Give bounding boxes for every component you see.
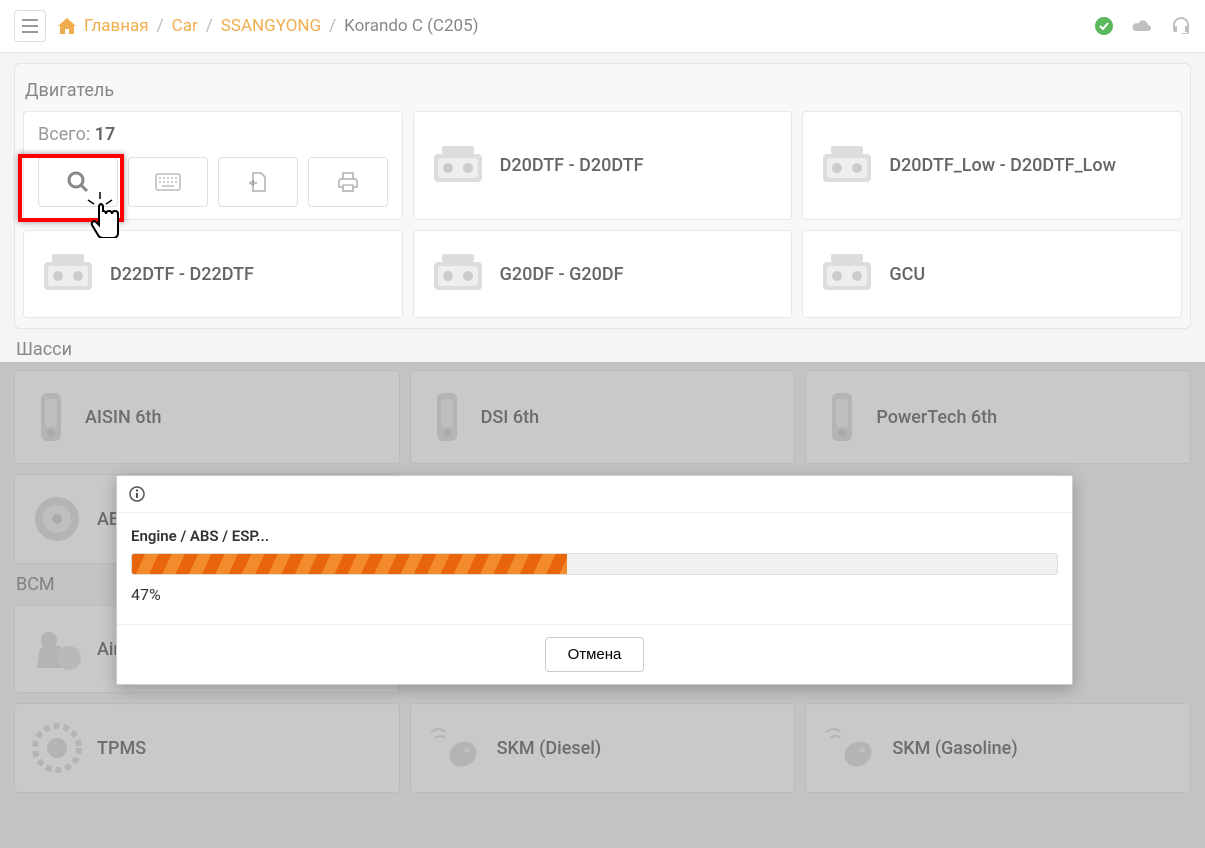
engine-section: Двигатель Всего: 17 xyxy=(14,63,1191,329)
total-label: Всего: xyxy=(38,124,95,145)
card-label: GCU xyxy=(889,264,925,285)
progress-percent: 47% xyxy=(131,585,1058,604)
printer-icon xyxy=(337,171,359,193)
print-button[interactable] xyxy=(308,157,388,207)
engine-row-1: Всего: 17 xyxy=(23,111,1182,220)
menu-button[interactable] xyxy=(14,10,46,42)
engine-option-card[interactable]: G20DF - G20DF xyxy=(413,230,793,318)
modal-header xyxy=(117,476,1072,513)
info-icon xyxy=(129,486,145,502)
breadcrumb-sep: / xyxy=(206,16,213,36)
breadcrumb-sep: / xyxy=(329,16,336,36)
engine-icon xyxy=(819,252,875,296)
section-title-engine: Двигатель xyxy=(25,80,1180,101)
card-label: G20DF - G20DF xyxy=(500,264,624,285)
cloud-icon[interactable] xyxy=(1131,18,1153,34)
home-icon xyxy=(58,18,76,34)
section-title-chassis: Шасси xyxy=(16,339,1189,360)
modal-body: Engine / ABS / ESP... 47% xyxy=(117,513,1072,624)
cursor-click-icon xyxy=(86,192,132,238)
engine-option-card[interactable]: D22DTF - D22DTF xyxy=(23,230,403,318)
breadcrumb-sep: / xyxy=(157,16,164,36)
card-label: D20DTF_Low - D20DTF_Low xyxy=(889,155,1116,176)
total-value: 17 xyxy=(95,124,116,145)
breadcrumb-home[interactable]: Главная xyxy=(84,16,149,36)
card-label: D20DTF - D20DTF xyxy=(500,155,644,176)
engine-icon xyxy=(40,252,96,296)
toolbar-card: Всего: 17 xyxy=(23,111,403,220)
top-right-icons xyxy=(1095,16,1191,36)
progress-modal: Engine / ABS / ESP... 47% Отмена xyxy=(116,475,1073,685)
progress-bar xyxy=(131,553,1058,575)
engine-option-card[interactable]: D20DTF - D20DTF xyxy=(413,111,793,220)
hamburger-icon xyxy=(22,19,38,33)
engine-row-2: D22DTF - D22DTF G20DF - G20DF GCU xyxy=(23,230,1182,318)
breadcrumb-brand[interactable]: SSANGYONG xyxy=(221,16,321,36)
cancel-button[interactable]: Отмена xyxy=(545,637,645,672)
status-ok-icon xyxy=(1095,17,1113,35)
file-export-icon xyxy=(247,171,269,193)
progress-label: Engine / ABS / ESP... xyxy=(131,527,1058,545)
breadcrumb-car[interactable]: Car xyxy=(172,16,198,36)
search-icon xyxy=(66,170,90,194)
keyboard-icon xyxy=(155,173,181,191)
card-label: D22DTF - D22DTF xyxy=(110,264,254,285)
keyboard-button[interactable] xyxy=(128,157,208,207)
export-button[interactable] xyxy=(218,157,298,207)
engine-option-card[interactable]: GCU xyxy=(802,230,1182,318)
top-bar: Главная / Car / SSANGYONG / Korando C (C… xyxy=(0,0,1205,53)
modal-footer: Отмена xyxy=(117,624,1072,684)
breadcrumb: Главная / Car / SSANGYONG / Korando C (C… xyxy=(58,16,479,36)
progress-fill xyxy=(132,554,567,574)
engine-icon xyxy=(430,252,486,296)
breadcrumb-current: Korando C (C205) xyxy=(344,16,478,36)
headset-icon[interactable] xyxy=(1171,16,1191,36)
engine-option-card[interactable]: D20DTF_Low - D20DTF_Low xyxy=(802,111,1182,220)
engine-icon xyxy=(430,144,486,188)
engine-icon xyxy=(819,144,875,188)
